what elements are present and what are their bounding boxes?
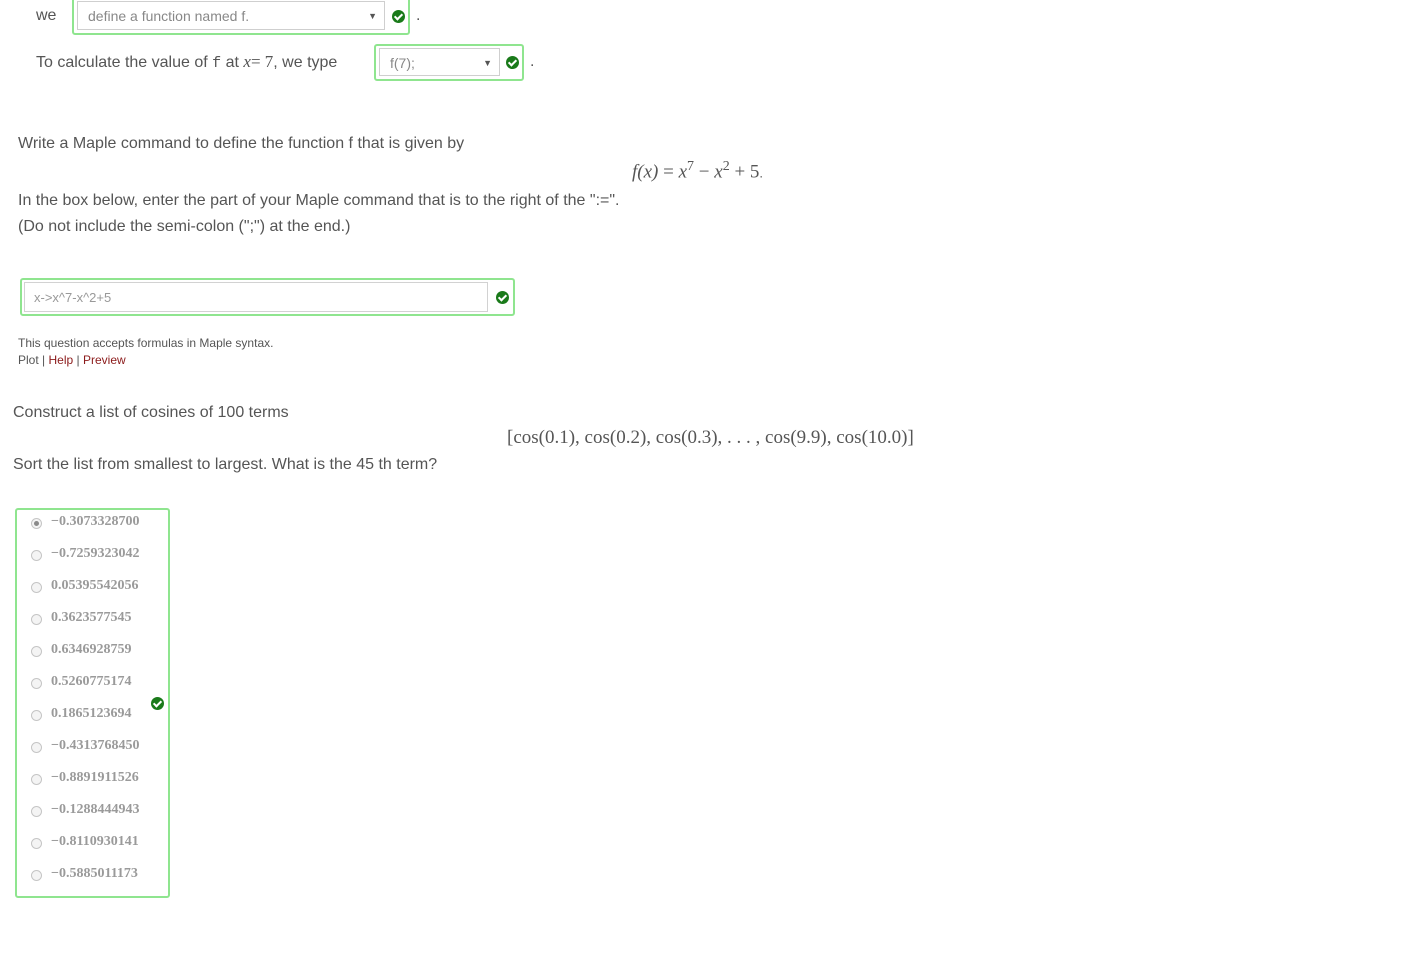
evaluate-sentence: To calculate the value of f at x= 7, we …: [36, 52, 337, 72]
formula-period: .: [759, 165, 764, 181]
sentence-part-b: at: [225, 54, 239, 71]
formula-minus: −: [694, 161, 715, 183]
sentence-part-a: To calculate the value of: [36, 54, 208, 71]
help-links: Plot | Help | Preview: [18, 353, 126, 367]
function-formula: f(x) = x7 − x2 + 5.: [632, 159, 763, 183]
evaluate-command-select[interactable]: f(7); ▼: [379, 48, 500, 76]
function-definition-select[interactable]: define a function named f. ▼: [77, 1, 385, 30]
check-circle-icon: [496, 291, 509, 304]
select-value: define a function named f.: [88, 8, 250, 24]
check-circle-icon: [151, 697, 164, 710]
radio-button[interactable]: [31, 742, 42, 753]
we-label: we: [36, 7, 57, 24]
formula-x2: x: [714, 161, 723, 183]
radio-button[interactable]: [31, 806, 42, 817]
maple-answer-input[interactable]: [24, 282, 488, 312]
caret-down-icon: ▼: [368, 11, 377, 21]
sentence-part-c: , we type: [273, 54, 338, 71]
instruction-line-2: (Do not include the semi-colon (";") at …: [18, 218, 351, 235]
radio-button[interactable]: [31, 614, 42, 625]
check-circle-icon: [506, 56, 519, 69]
radio-button[interactable]: [31, 838, 42, 849]
math-x: x: [243, 52, 251, 71]
radio-option-label: −0.4313768450: [51, 738, 140, 753]
link-separator: |: [42, 353, 46, 367]
q3-prompt: Construct a list of cosines of 100 terms: [13, 404, 289, 421]
radio-button[interactable]: [31, 646, 42, 657]
radio-button[interactable]: [31, 678, 42, 689]
radio-button[interactable]: [31, 774, 42, 785]
radio-option-label: 0.05395542056: [51, 578, 139, 593]
cosine-list-formula: [cos(0.1), cos(0.2), cos(0.3), . . . , c…: [507, 427, 914, 448]
radio-option-label: −0.1288444943: [51, 802, 140, 817]
radio-button[interactable]: [31, 870, 42, 881]
radio-option-label: −0.8891911526: [51, 770, 139, 785]
radio-option-label: −0.3073328700: [51, 514, 140, 529]
formula-x1: x: [678, 161, 688, 183]
syntax-note: This question accepts formulas in Maple …: [18, 336, 274, 350]
radio-button[interactable]: [31, 710, 42, 721]
math-eq: = 7: [250, 52, 274, 71]
formula-arg: (x): [637, 161, 659, 183]
q3-question: Sort the list from smallest to largest. …: [13, 456, 438, 473]
period: .: [416, 7, 421, 24]
radio-button[interactable]: [31, 550, 42, 561]
formula-exp1: 7: [687, 159, 695, 174]
radio-option-label: −0.8110930141: [51, 834, 139, 849]
radio-option-label: −0.7259323042: [51, 546, 140, 561]
radio-button[interactable]: [31, 582, 42, 593]
radio-option-label: 0.5260775174: [51, 674, 132, 689]
formula-exp2: 2: [722, 159, 730, 174]
check-circle-icon: [392, 10, 405, 23]
period: .: [530, 53, 535, 70]
radio-option-label: 0.6346928759: [51, 642, 132, 657]
formula-plus: + 5: [729, 161, 760, 183]
caret-down-icon: ▼: [483, 58, 492, 68]
q2-prompt: Write a Maple command to define the func…: [18, 135, 465, 152]
preview-link[interactable]: Preview: [83, 353, 126, 367]
select-value: f(7);: [390, 55, 415, 71]
radio-option-label: 0.1865123694: [51, 706, 132, 721]
link-separator: |: [76, 353, 80, 367]
radio-option-label: −0.5885011173: [51, 866, 138, 881]
code-f: f: [212, 55, 222, 72]
radio-option-label: 0.3623577545: [51, 610, 132, 625]
help-link[interactable]: Help: [49, 353, 74, 367]
radio-button[interactable]: [31, 518, 42, 529]
formula-eq: =: [658, 161, 679, 183]
instruction-line-1: In the box below, enter the part of your…: [18, 192, 620, 209]
plot-link[interactable]: Plot: [18, 353, 39, 367]
